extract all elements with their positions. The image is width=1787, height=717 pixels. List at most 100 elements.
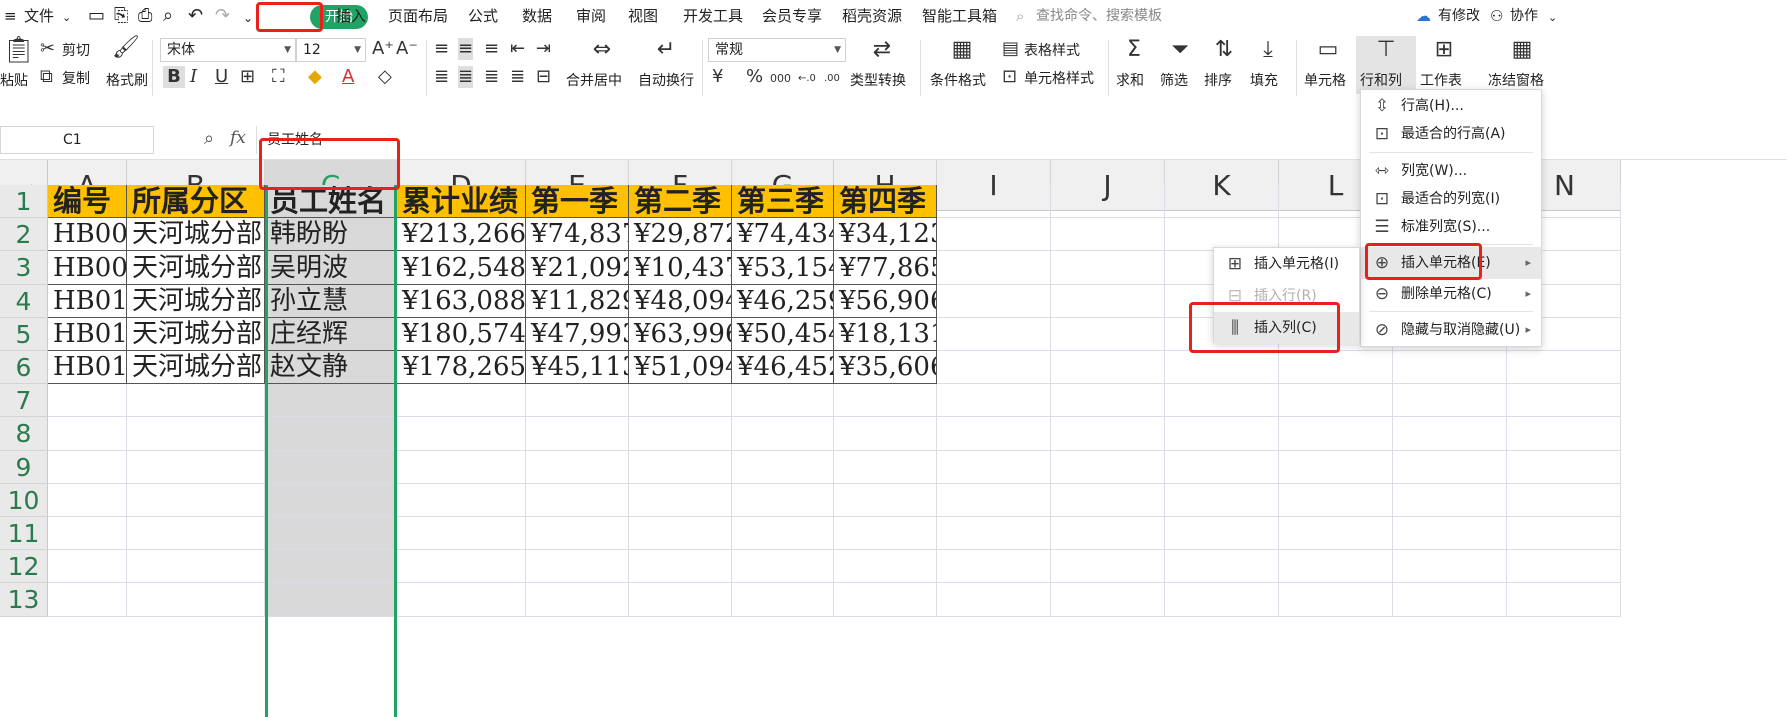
row-header[interactable]: 13 <box>0 583 48 617</box>
number-format-select[interactable]: 常规 ▼ <box>708 38 846 62</box>
undo-icon[interactable]: ↶ <box>188 6 203 26</box>
empty-cell[interactable] <box>937 285 1051 318</box>
justify-icon[interactable]: ≣ <box>510 66 525 88</box>
empty-cell[interactable] <box>1051 185 1165 218</box>
data-cell[interactable]: 天河城分部 <box>127 251 265 285</box>
currency-button[interactable]: ¥ <box>712 66 723 88</box>
italic-button[interactable]: I <box>190 66 197 88</box>
empty-cell[interactable] <box>48 484 127 517</box>
empty-cell[interactable] <box>265 583 397 617</box>
wrap-text-button[interactable]: 自动换行 <box>638 70 694 90</box>
empty-cell[interactable] <box>1393 484 1507 517</box>
align-left-icon[interactable]: ≣ <box>434 66 449 88</box>
user-icon[interactable]: ⚇ <box>1490 6 1503 26</box>
fill-icon[interactable]: ⤓ <box>1254 38 1282 62</box>
empty-cell[interactable] <box>397 417 526 451</box>
sum-icon[interactable]: Σ <box>1120 38 1148 62</box>
row-header[interactable]: 12 <box>0 550 48 583</box>
empty-cell[interactable] <box>834 384 937 417</box>
empty-cell[interactable] <box>127 484 265 517</box>
row-header[interactable]: 1 <box>0 185 48 218</box>
data-cell[interactable]: ¥180,574 <box>397 318 526 351</box>
tab-developer[interactable]: 开发工具 <box>683 6 743 26</box>
convert-icon[interactable]: ⇄ <box>868 38 896 62</box>
distributed-icon[interactable]: ⊟ <box>536 66 551 88</box>
empty-cell[interactable] <box>1507 417 1621 451</box>
empty-cell[interactable] <box>629 417 732 451</box>
data-cell[interactable]: ¥18,131 <box>834 318 937 351</box>
scissors-icon[interactable]: ✂ <box>40 38 55 60</box>
cell-style-button[interactable]: 单元格样式 <box>1024 68 1094 88</box>
empty-cell[interactable] <box>48 550 127 583</box>
header-cell[interactable]: 编号 <box>48 185 127 218</box>
empty-cell[interactable] <box>526 384 629 417</box>
menu-item-autofit-row[interactable]: ⊡ 最适合的行高(A) <box>1361 118 1541 150</box>
data-cell[interactable]: 韩盼盼 <box>265 218 397 251</box>
empty-cell[interactable] <box>526 417 629 451</box>
data-cell[interactable]: HB004 <box>48 218 127 251</box>
row-header[interactable]: 8 <box>0 417 48 451</box>
sum-button[interactable]: 求和 <box>1116 70 1144 90</box>
fill-color-icon[interactable]: ◆ <box>308 66 322 88</box>
row-header[interactable]: 7 <box>0 384 48 417</box>
data-cell[interactable]: ¥11,829 <box>526 285 629 318</box>
empty-cell[interactable] <box>1279 351 1393 384</box>
empty-cell[interactable] <box>1507 351 1621 384</box>
empty-cell[interactable] <box>937 185 1051 218</box>
data-cell[interactable]: HB009 <box>48 251 127 285</box>
data-cell[interactable]: ¥178,265 <box>397 351 526 384</box>
format-painter-icon[interactable]: 🖌︎ <box>112 36 140 60</box>
submenu-insert-cell[interactable]: ⊞ 插入单元格(I) <box>1214 248 1359 280</box>
data-cell[interactable]: ¥74,837 <box>526 218 629 251</box>
empty-cell[interactable] <box>1051 484 1165 517</box>
data-cell[interactable]: ¥34,123 <box>834 218 937 251</box>
empty-cell[interactable] <box>265 517 397 550</box>
empty-cell[interactable] <box>1165 451 1279 484</box>
align-middle-icon[interactable]: ≡ <box>458 38 474 60</box>
font-grow-icon[interactable]: A⁺ <box>372 38 394 60</box>
cell-icon[interactable]: ▭ <box>1314 38 1342 62</box>
data-cell[interactable]: ¥47,993 <box>526 318 629 351</box>
table-style-button[interactable]: 表格样式 <box>1024 40 1080 60</box>
empty-cell[interactable] <box>1507 550 1621 583</box>
data-cell[interactable]: ¥46,452 <box>732 351 834 384</box>
data-cell[interactable]: ¥56,906 <box>834 285 937 318</box>
data-cell[interactable]: ¥51,094 <box>629 351 732 384</box>
data-cell[interactable]: ¥48,094 <box>629 285 732 318</box>
empty-cell[interactable] <box>1165 583 1279 617</box>
empty-cell[interactable] <box>629 484 732 517</box>
empty-cell[interactable] <box>732 451 834 484</box>
empty-cell[interactable] <box>526 451 629 484</box>
wrap-text-icon[interactable]: ↵ <box>652 38 680 62</box>
empty-cell[interactable] <box>48 517 127 550</box>
empty-cell[interactable] <box>732 417 834 451</box>
empty-cell[interactable] <box>1393 583 1507 617</box>
empty-cell[interactable] <box>1393 384 1507 417</box>
conditional-format-button[interactable]: 条件格式 <box>930 70 986 90</box>
empty-cell[interactable] <box>1507 484 1621 517</box>
row-header[interactable]: 2 <box>0 218 48 251</box>
data-cell[interactable]: ¥50,454 <box>732 318 834 351</box>
data-cell[interactable]: ¥35,606 <box>834 351 937 384</box>
empty-cell[interactable] <box>732 517 834 550</box>
cell-style-icon[interactable]: ⊡ <box>1002 66 1017 88</box>
modified-status[interactable]: 有修改 <box>1438 6 1480 26</box>
indent-decrease-icon[interactable]: ⇤ <box>510 38 525 60</box>
empty-cell[interactable] <box>48 417 127 451</box>
tab-smart-tools[interactable]: 智能工具箱 <box>922 6 997 26</box>
empty-cell[interactable] <box>526 517 629 550</box>
empty-cell[interactable] <box>1051 318 1165 351</box>
quick-access-chevron-icon[interactable]: ⌄ <box>243 8 253 28</box>
border-icon[interactable]: ⊞ <box>240 66 255 88</box>
empty-cell[interactable] <box>629 517 732 550</box>
empty-cell[interactable] <box>265 417 397 451</box>
merge-center-button[interactable]: 合并居中 <box>566 70 622 90</box>
empty-cell[interactable] <box>1279 451 1393 484</box>
row-header[interactable]: 4 <box>0 285 48 318</box>
empty-cell[interactable] <box>834 451 937 484</box>
menu-item-standard-width[interactable]: ☰ 标准列宽(S)... <box>1361 211 1541 243</box>
header-cell[interactable]: 第二季 <box>629 185 732 218</box>
empty-cell[interactable] <box>1051 517 1165 550</box>
empty-cell[interactable] <box>732 583 834 617</box>
font-name-select[interactable]: 宋体 ▼ <box>160 38 296 62</box>
